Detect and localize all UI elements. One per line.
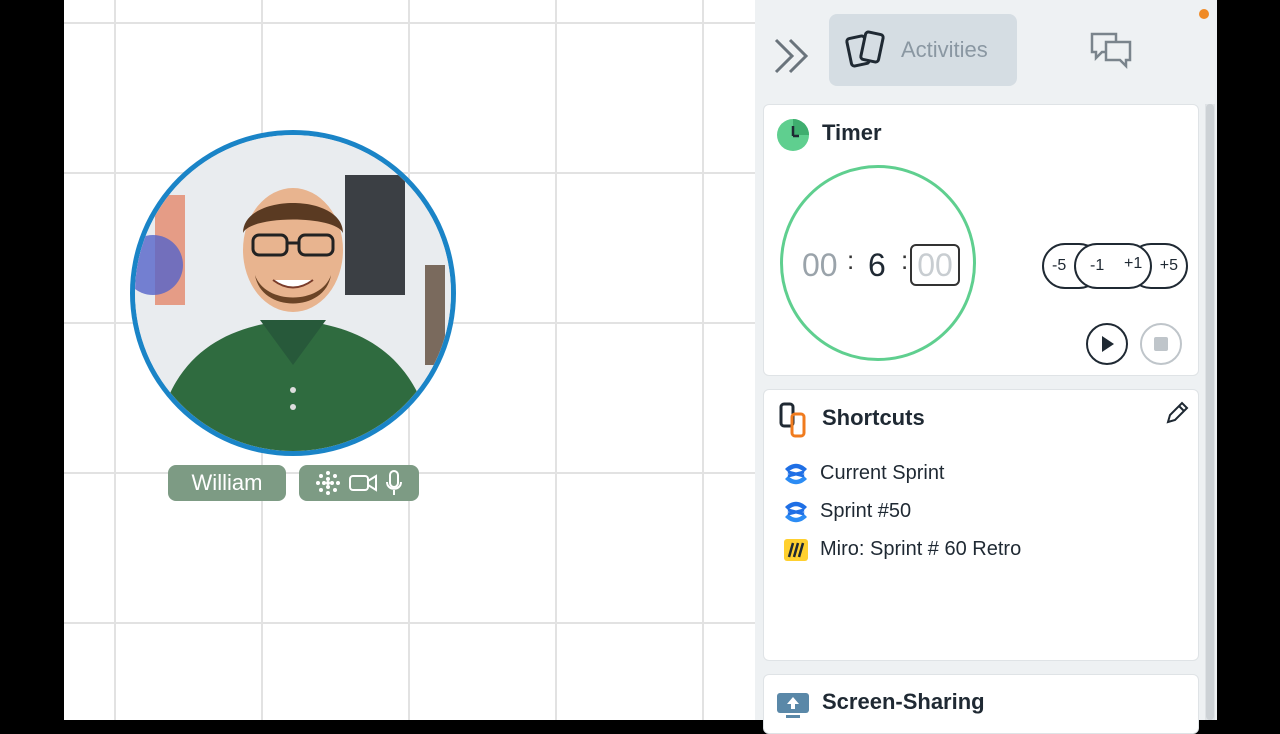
connection-quality-icon bbox=[316, 471, 340, 495]
confluence-icon bbox=[785, 463, 807, 484]
shortcut-label: Sprint #50 bbox=[820, 500, 912, 522]
left-margin bbox=[0, 0, 64, 720]
link-chain-icon bbox=[779, 402, 806, 438]
screen-share-icon bbox=[777, 693, 809, 718]
person-illustration bbox=[135, 135, 451, 451]
participant-video bbox=[135, 135, 451, 451]
play-icon bbox=[1102, 336, 1114, 352]
double-chevron-right-icon bbox=[774, 38, 809, 74]
timer-title: Timer bbox=[822, 120, 882, 145]
microphone-icon[interactable] bbox=[384, 469, 404, 497]
pencil-icon[interactable] bbox=[1164, 400, 1190, 426]
shortcut-item-current-sprint[interactable]: Current Sprint bbox=[784, 462, 945, 485]
shortcuts-title: Shortcuts bbox=[822, 405, 925, 430]
shortcut-item-miro-retro[interactable]: Miro: Sprint # 60 Retro bbox=[784, 538, 1021, 561]
confluence-icon bbox=[785, 501, 807, 522]
chat-button[interactable] bbox=[1088, 30, 1134, 70]
participant-media-status bbox=[299, 465, 419, 501]
tab-activities-label: Activities bbox=[901, 37, 988, 62]
timer-colon: : bbox=[901, 245, 909, 275]
timer-minutes[interactable]: 6 bbox=[868, 247, 886, 284]
start-timer-button[interactable] bbox=[1086, 323, 1128, 365]
participant-name-tag: William bbox=[168, 465, 286, 501]
timer-card: Timer 00 : 6 : 00 -5 +5 -1 +1 bbox=[763, 104, 1199, 376]
shortcut-label: Current Sprint bbox=[820, 462, 945, 484]
timer-seconds-input[interactable]: 00 bbox=[910, 244, 960, 286]
participant-video-ring bbox=[130, 130, 456, 456]
panel-scrollbar-thumb[interactable] bbox=[1206, 104, 1214, 720]
notification-dot bbox=[1199, 9, 1209, 19]
timer-colon: : bbox=[847, 245, 855, 275]
shortcut-item-sprint-50[interactable]: Sprint #50 bbox=[784, 500, 911, 523]
tab-activities[interactable]: Activities bbox=[829, 14, 1017, 86]
screen-sharing-card: Screen-Sharing bbox=[763, 674, 1199, 734]
timer-adjust-group: -5 +5 -1 +1 bbox=[1042, 243, 1188, 291]
miro-icon bbox=[784, 538, 808, 561]
screen-sharing-title: Screen-Sharing bbox=[822, 689, 985, 714]
chat-bubbles-icon bbox=[1090, 32, 1132, 70]
plus-1-button[interactable]: +1 bbox=[1124, 255, 1142, 273]
participant-name: William bbox=[191, 470, 263, 495]
collapse-panel-button[interactable] bbox=[772, 36, 812, 76]
cards-icon bbox=[845, 30, 885, 68]
right-margin bbox=[1217, 0, 1280, 720]
stop-timer-button[interactable] bbox=[1140, 323, 1182, 365]
stop-icon bbox=[1154, 337, 1168, 351]
camera-icon[interactable] bbox=[348, 472, 378, 494]
shortcut-label: Miro: Sprint # 60 Retro bbox=[820, 538, 1022, 560]
timer-icon bbox=[777, 119, 809, 151]
shortcuts-card: Shortcuts Current Sprint Sprint #50 Miro… bbox=[763, 389, 1199, 661]
timer-hours[interactable]: 00 bbox=[802, 247, 838, 284]
